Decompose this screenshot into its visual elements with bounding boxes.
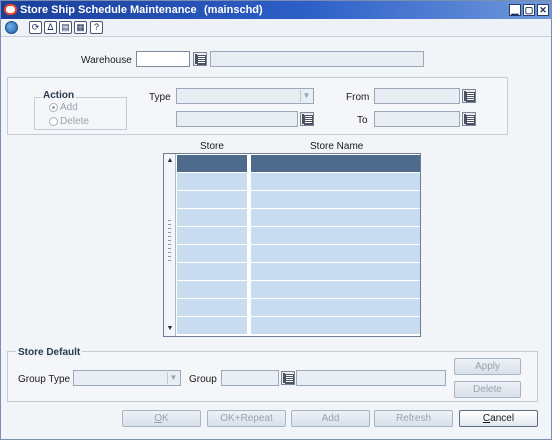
warehouse-lookup-icon[interactable] [193, 52, 207, 66]
store-name-cell[interactable] [251, 227, 420, 244]
window: Store Ship Schedule Maintenance (mainsch… [0, 0, 552, 440]
to-input[interactable] [374, 111, 460, 127]
scroll-down-icon[interactable]: ▼ [165, 324, 175, 334]
store-default-label: Store Default [16, 347, 83, 358]
table-row[interactable] [177, 317, 420, 335]
store-name-cell[interactable] [251, 317, 420, 334]
group-code-input[interactable] [221, 370, 279, 386]
title-bar: Store Ship Schedule Maintenance (mainsch… [1, 1, 551, 19]
group-type-select[interactable]: ▼ [73, 370, 181, 386]
chevron-down-icon[interactable]: ▼ [300, 90, 312, 102]
table-row[interactable] [177, 209, 420, 227]
toolbar: ⟳ ᐃ ▤ ▦ ? [1, 19, 551, 37]
close-icon[interactable]: ✕ [537, 4, 549, 16]
globe-icon[interactable] [5, 21, 18, 34]
column-header-store[interactable]: Store [200, 141, 224, 152]
store-cell[interactable] [177, 227, 249, 244]
from-lookup-icon[interactable] [462, 89, 476, 103]
group-description-field [296, 370, 446, 386]
refresh-button[interactable]: Refresh [374, 410, 453, 427]
table-row[interactable] [177, 245, 420, 263]
grid-scrollbar[interactable]: ▲ ▼ [164, 154, 176, 336]
table-row[interactable] [177, 263, 420, 281]
ok-repeat-button[interactable]: OK+Repeat [207, 410, 286, 427]
help-icon[interactable]: ? [90, 21, 103, 34]
store-cell[interactable] [177, 263, 249, 280]
type-select[interactable]: ▼ [176, 88, 314, 104]
print-icon[interactable]: ▦ [74, 21, 87, 34]
add-button[interactable]: Add [291, 410, 370, 427]
to-lookup-icon[interactable] [462, 112, 476, 126]
type-detail-field [176, 111, 298, 127]
action-label: Action [41, 90, 77, 101]
store-cell[interactable] [177, 191, 249, 208]
type-label: Type [149, 92, 171, 103]
store-cell[interactable] [177, 155, 249, 172]
table-row[interactable] [177, 299, 420, 317]
warehouse-code-input[interactable] [136, 51, 190, 67]
to-label: To [357, 115, 368, 126]
window-title: Store Ship Schedule Maintenance [20, 4, 197, 16]
store-grid: ▲ ▼ [163, 153, 421, 337]
scroll-grip-icon[interactable] [168, 220, 171, 262]
add-radio-label: Add [60, 102, 78, 113]
store-cell[interactable] [177, 173, 249, 190]
table-row[interactable] [177, 281, 420, 299]
delete-radio-label: Delete [60, 116, 89, 127]
from-label: From [346, 92, 370, 103]
store-name-cell[interactable] [251, 281, 420, 298]
save-icon[interactable]: ▤ [59, 21, 72, 34]
store-name-cell[interactable] [251, 191, 420, 208]
table-row[interactable] [177, 227, 420, 245]
store-name-cell[interactable] [251, 245, 420, 262]
filter-icon[interactable]: ᐃ [44, 21, 57, 34]
store-name-cell[interactable] [251, 173, 420, 190]
type-lookup-icon[interactable] [300, 112, 314, 126]
group-label: Group [189, 374, 217, 385]
store-name-cell[interactable] [251, 263, 420, 280]
store-name-cell[interactable] [251, 209, 420, 226]
table-row[interactable] [177, 155, 420, 173]
oracle-logo-icon [4, 4, 17, 15]
table-row[interactable] [177, 173, 420, 191]
ok-button[interactable]: OK [122, 410, 201, 427]
store-name-cell[interactable] [251, 299, 420, 316]
restore-icon[interactable]: ▢ [523, 4, 535, 16]
store-cell[interactable] [177, 281, 249, 298]
store-cell[interactable] [177, 209, 249, 226]
cancel-button[interactable]: Cancel [459, 410, 538, 427]
table-row[interactable] [177, 191, 420, 209]
store-name-cell[interactable] [251, 155, 420, 172]
store-cell[interactable] [177, 299, 249, 316]
refresh-icon[interactable]: ⟳ [29, 21, 42, 34]
delete-radio[interactable] [49, 117, 58, 126]
warehouse-label: Warehouse [81, 55, 132, 66]
chevron-down-icon[interactable]: ▼ [167, 372, 179, 384]
window-subtitle: (mainschd) [204, 4, 263, 16]
group-lookup-icon[interactable] [281, 371, 295, 385]
warehouse-description-field [210, 51, 424, 67]
store-default-delete-button[interactable]: Delete [454, 381, 521, 398]
grid-body [177, 154, 420, 336]
minimize-icon[interactable]: ▁ [509, 4, 521, 16]
store-cell[interactable] [177, 245, 249, 262]
store-cell[interactable] [177, 317, 249, 334]
column-header-store-name[interactable]: Store Name [310, 141, 363, 152]
scroll-up-icon[interactable]: ▲ [165, 156, 175, 166]
apply-button[interactable]: Apply [454, 358, 521, 375]
from-input[interactable] [374, 88, 460, 104]
group-type-label: Group Type [18, 374, 71, 385]
add-radio[interactable] [49, 103, 58, 112]
